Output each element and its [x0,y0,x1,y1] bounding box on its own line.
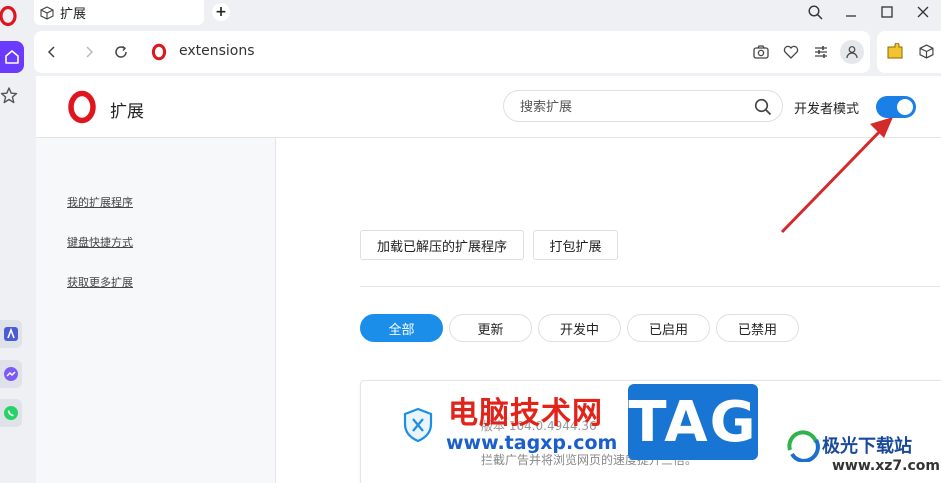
profile-icon [846,46,858,59]
opera-sidebar [0,0,32,483]
forward-icon [86,46,94,58]
page-header: 扩展 开发者模式 [36,76,941,138]
search-icon[interactable] [754,98,772,116]
search-box [503,90,783,122]
watermark-brand: 极光下载站 [822,436,912,457]
maximize-icon [881,6,893,18]
toggle-knob [897,99,913,115]
sidebar-link-keyboard-shortcuts[interactable]: 键盘快捷方式 [67,234,133,250]
home-icon [5,50,19,64]
close-button[interactable] [905,0,941,24]
tab-title: 扩展 [60,7,87,22]
divider [360,286,940,287]
filter-enabled[interactable]: 已启用 [627,314,710,342]
heart-icon [783,45,799,59]
back-button[interactable] [42,42,62,62]
sidebar-link-get-more[interactable]: 获取更多扩展 [67,274,133,290]
easy-setup-button[interactable] [811,42,831,62]
opera-logo-icon [151,43,167,61]
developer-mode-toggle[interactable] [876,96,916,118]
page-title: 扩展 [110,102,144,122]
search-icon [807,4,823,20]
profile-button[interactable] [840,40,864,64]
url-text[interactable]: extensions [179,43,255,59]
sidebar-link-my-extensions[interactable]: 我的扩展程序 [67,194,133,210]
opera-logo-icon[interactable] [0,5,18,27]
close-icon [917,6,929,18]
star-icon[interactable] [0,86,18,106]
sidebar-app-messenger[interactable] [0,360,22,388]
maximize-button[interactable] [869,0,905,24]
sidebar-app-whatsapp[interactable] [0,399,22,427]
snapshot-button[interactable] [751,42,771,62]
tab-extensions[interactable]: 扩展 [34,0,204,25]
search-input[interactable] [520,97,750,117]
load-unpacked-button[interactable]: 加载已解压的扩展程序 [360,230,524,260]
aria-icon [4,327,18,341]
sliders-icon [815,46,827,58]
reload-icon [115,45,127,58]
tab-search-button[interactable] [797,0,833,24]
developer-mode-label: 开发者模式 [794,102,860,117]
extension-puzzle-icon[interactable] [886,43,904,61]
reload-button[interactable] [111,42,131,62]
cube-icon [40,5,54,20]
new-tab-button[interactable]: + [212,3,230,21]
minimize-button[interactable] [833,0,869,24]
sidebar-app-aria[interactable] [0,320,22,348]
messenger-icon [4,367,18,381]
cube-icon[interactable] [919,44,934,59]
back-icon [47,46,55,58]
watermark-site-name: 电脑技术网 [448,396,603,431]
window-controls [797,0,941,24]
filter-updates[interactable]: 更新 [449,314,532,342]
opera-logo-icon [68,90,96,124]
watermark-site-url: www.tagxp.com [446,432,618,454]
pack-extension-button[interactable]: 打包扩展 [533,230,618,260]
filter-all[interactable]: 全部 [360,314,443,342]
minimize-icon [846,15,856,17]
whatsapp-icon [4,406,18,420]
watermark-brand-logo-icon [787,430,820,462]
side-panel: 我的扩展程序 键盘快捷方式 获取更多扩展 [36,138,276,483]
address-bar: extensions [34,31,870,73]
shield-icon [403,407,433,443]
filter-disabled[interactable]: 已禁用 [716,314,799,342]
watermark-brand-url: www.xz7.com [832,458,940,474]
extensions-toolbar [877,31,941,73]
forward-button[interactable] [79,42,99,62]
bookmark-heart-button[interactable] [781,42,801,62]
watermark-tag-logo: TAG [628,384,758,460]
site-opera-icon-wrap [149,42,169,62]
sidebar-home-button[interactable] [0,41,24,73]
camera-icon [753,45,769,59]
filter-developer[interactable]: 开发中 [538,314,621,342]
